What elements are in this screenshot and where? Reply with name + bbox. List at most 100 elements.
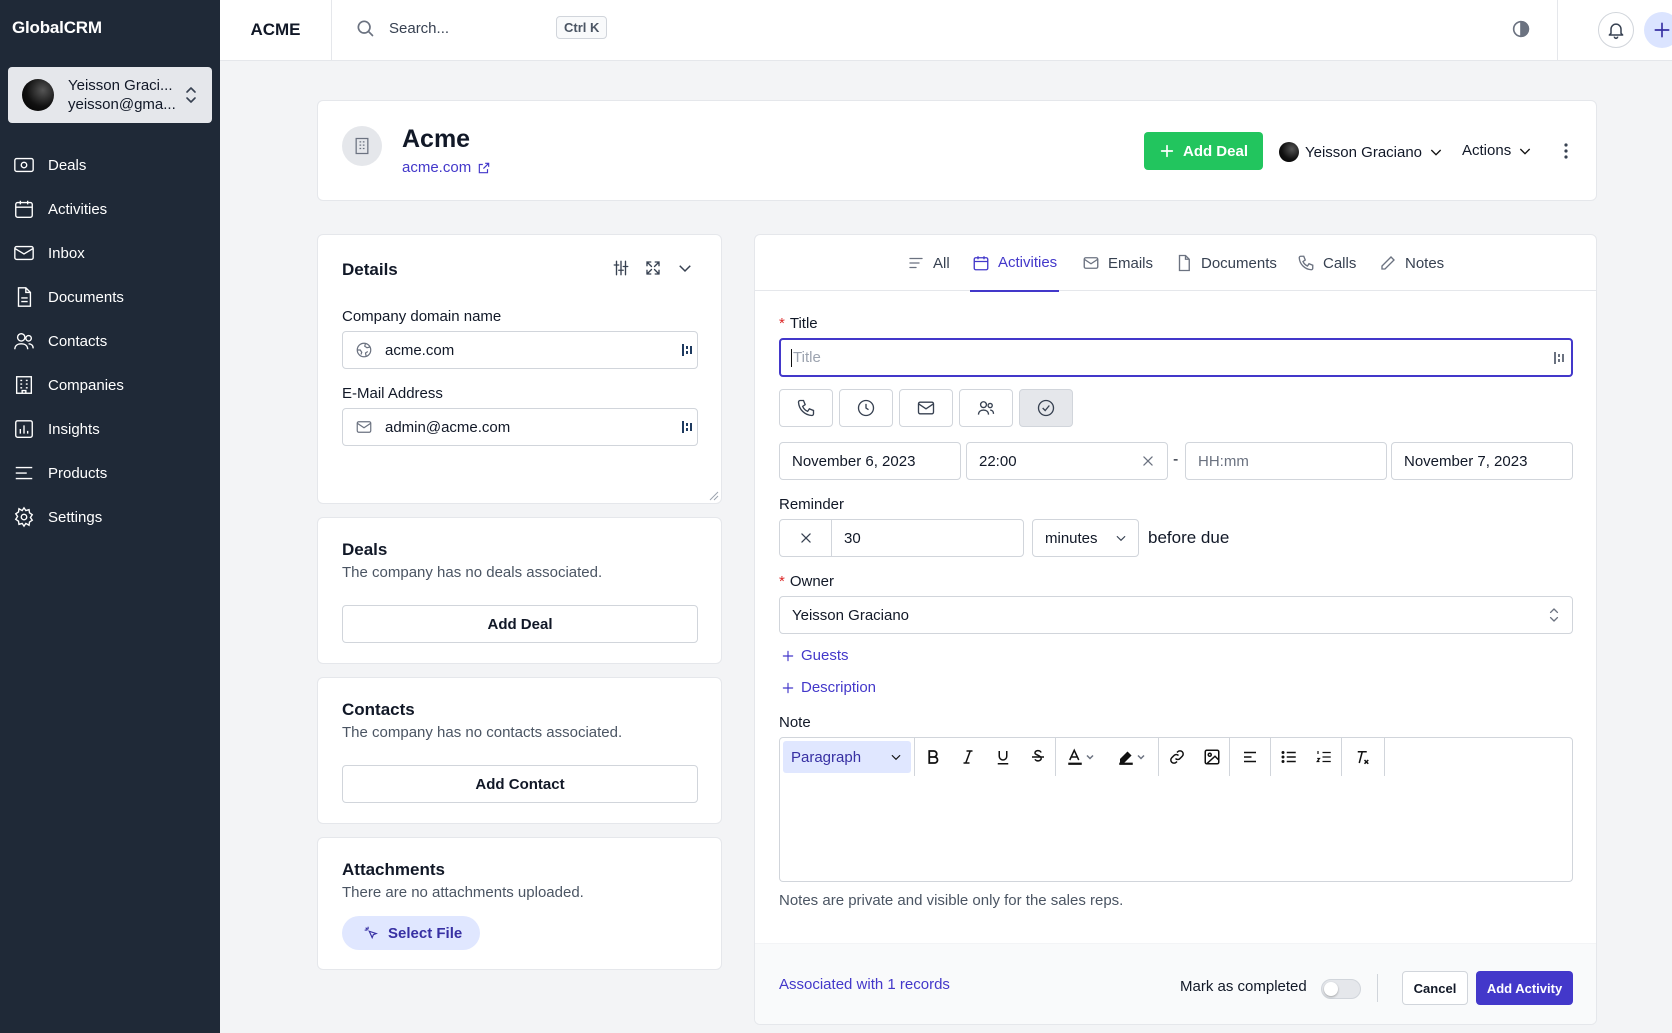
user-switcher[interactable]: Yeisson Graci... yeisson@gma... xyxy=(8,67,212,123)
sidebar-item-inbox[interactable]: Inbox xyxy=(0,231,220,275)
quick-create-button[interactable] xyxy=(1644,12,1672,48)
sidebar-item-contacts[interactable]: Contacts xyxy=(0,319,220,363)
numbered-list-button[interactable] xyxy=(1306,738,1341,776)
bold-icon xyxy=(927,750,938,764)
highlight-button[interactable] xyxy=(1106,738,1158,776)
plus-icon xyxy=(782,650,794,661)
chevron-down-icon xyxy=(1430,149,1442,156)
activity-panel: All Activities Emails Documents Calls No… xyxy=(754,234,1597,1025)
reminder-clear-button[interactable] xyxy=(780,520,832,556)
chevron-down-icon xyxy=(891,754,901,761)
email-label: E-Mail Address xyxy=(342,385,443,402)
start-time-input[interactable]: 22:00 xyxy=(966,442,1168,480)
divider xyxy=(1557,0,1558,60)
actions-label: Actions xyxy=(1462,142,1512,159)
sliders-icon[interactable] xyxy=(612,259,630,277)
associations-link[interactable]: Associated with 1 records xyxy=(779,976,950,993)
sidebar-item-settings[interactable]: Settings xyxy=(0,495,220,539)
expand-icon[interactable] xyxy=(644,259,662,277)
bullet-list-button[interactable] xyxy=(1271,738,1306,776)
building-icon xyxy=(355,137,369,155)
plus-icon xyxy=(1654,22,1670,38)
reminder-unit-value: minutes xyxy=(1045,529,1098,547)
italic-button[interactable] xyxy=(950,738,985,776)
select-file-button[interactable]: Select File xyxy=(342,916,481,950)
sidebar-item-documents[interactable]: Documents xyxy=(0,275,220,319)
tab-calls[interactable]: Calls xyxy=(1297,235,1356,291)
bold-button[interactable] xyxy=(915,738,950,776)
mail-icon xyxy=(1083,257,1099,269)
start-date-input[interactable]: November 6, 2023 xyxy=(779,442,961,480)
resize-handle-icon[interactable] xyxy=(709,491,719,501)
close-icon xyxy=(800,533,811,543)
type-group-button[interactable] xyxy=(959,389,1013,427)
owner-dropdown[interactable]: Yeisson Graciano xyxy=(1279,142,1444,162)
details-card: Details Company domain name acme.com E-M… xyxy=(317,234,722,504)
image-button[interactable] xyxy=(1194,738,1229,776)
sidebar-item-companies[interactable]: Companies xyxy=(0,363,220,407)
tab-activities[interactable]: Activities xyxy=(970,235,1060,292)
mail-icon xyxy=(356,421,372,433)
sidebar-item-products[interactable]: Products xyxy=(0,451,220,495)
sidebar-item-activities[interactable]: Activities xyxy=(0,187,220,231)
type-email-button[interactable] xyxy=(899,389,953,427)
actions-dropdown[interactable]: Actions xyxy=(1462,142,1533,159)
email-field[interactable]: admin@acme.com xyxy=(342,408,698,446)
cursor-click-icon xyxy=(364,926,378,940)
mark-completed-toggle[interactable] xyxy=(1321,979,1361,999)
add-description-link[interactable]: Description xyxy=(781,679,876,696)
type-call-button[interactable] xyxy=(779,389,833,427)
sidebar-item-deals[interactable]: Deals xyxy=(0,143,220,187)
notifications-button[interactable] xyxy=(1598,12,1634,48)
search-icon xyxy=(357,20,374,37)
workspace-name[interactable]: ACME xyxy=(220,0,332,60)
sidebar-item-insights[interactable]: Insights xyxy=(0,407,220,451)
end-date-input[interactable]: November 7, 2023 xyxy=(1391,442,1573,480)
domain-field[interactable]: acme.com xyxy=(342,331,698,369)
owner-select[interactable]: Yeisson Graciano xyxy=(779,596,1573,634)
user-name: Yeisson Graci... xyxy=(68,77,173,94)
note-editor[interactable] xyxy=(779,776,1573,882)
chevron-down-icon[interactable] xyxy=(676,259,694,277)
app-brand[interactable]: GlobalCRM xyxy=(0,0,220,56)
owner-label: * Owner xyxy=(779,573,835,590)
text-color-button[interactable] xyxy=(1056,738,1106,776)
company-domain: acme.com xyxy=(402,159,472,176)
tab-documents[interactable]: Documents xyxy=(1175,235,1277,291)
clear-format-button[interactable] xyxy=(1342,738,1384,776)
search-input[interactable]: Search... xyxy=(389,20,449,37)
type-task-button[interactable] xyxy=(1019,389,1073,427)
end-time-input[interactable]: HH:mm xyxy=(1185,442,1387,480)
align-button[interactable] xyxy=(1230,738,1270,776)
title-label: * Title xyxy=(779,315,818,332)
type-meeting-button[interactable] xyxy=(839,389,893,427)
details-title: Details xyxy=(342,260,398,279)
tab-notes[interactable]: Notes xyxy=(1379,235,1444,291)
tab-all[interactable]: All xyxy=(907,235,950,291)
tab-label: Calls xyxy=(1323,254,1357,272)
clear-icon[interactable] xyxy=(1141,454,1155,468)
underline-button[interactable] xyxy=(985,738,1020,776)
add-activity-button[interactable]: Add Activity xyxy=(1476,971,1573,1005)
add-deal-button[interactable]: Add Deal xyxy=(1144,132,1263,170)
strikethrough-button[interactable] xyxy=(1020,738,1055,776)
title-input[interactable]: Title xyxy=(779,338,1573,377)
theme-toggle[interactable] xyxy=(1510,18,1532,40)
cancel-button[interactable]: Cancel xyxy=(1402,971,1468,1005)
tab-emails[interactable]: Emails xyxy=(1082,235,1153,291)
external-link-icon xyxy=(478,162,490,173)
add-contact-button[interactable]: Add Contact xyxy=(342,765,698,803)
search-bar[interactable]: Search... xyxy=(355,18,449,38)
domain-label: Company domain name xyxy=(342,308,502,325)
company-domain-link[interactable]: acme.com xyxy=(402,159,491,176)
sidebar-item-label: Documents xyxy=(48,288,124,306)
add-guests-link[interactable]: Guests xyxy=(781,647,849,664)
align-left-icon xyxy=(1244,751,1256,763)
reminder-unit-select[interactable]: minutes xyxy=(1032,519,1139,557)
reminder-input[interactable]: 30 xyxy=(779,519,1024,557)
more-options-button[interactable] xyxy=(1558,141,1574,161)
paragraph-select[interactable]: Paragraph xyxy=(783,741,911,773)
link-button[interactable] xyxy=(1159,738,1194,776)
phone-icon xyxy=(1298,255,1314,271)
add-deal-secondary-button[interactable]: Add Deal xyxy=(342,605,698,643)
